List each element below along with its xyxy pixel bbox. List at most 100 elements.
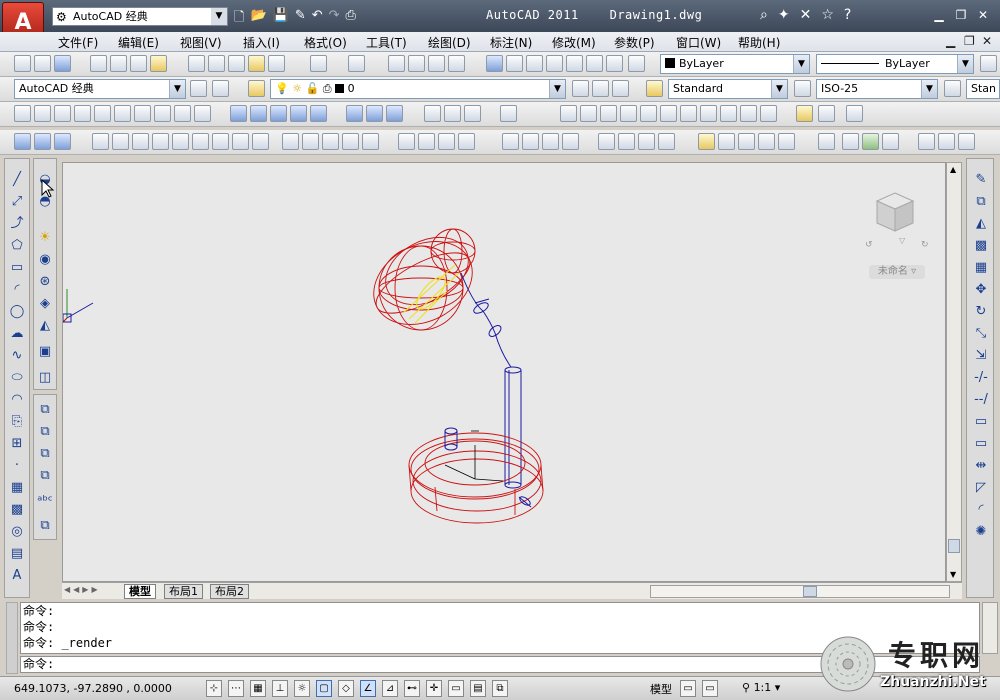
dim-aligned-icon[interactable] bbox=[522, 133, 539, 150]
lineweight-toggle-icon[interactable]: ✛ bbox=[426, 680, 442, 697]
menu-view[interactable]: 视图(V) bbox=[180, 34, 222, 51]
dim-radius-icon[interactable] bbox=[598, 133, 615, 150]
workspace-select[interactable]: AutoCAD 经典 ▼ bbox=[14, 79, 186, 99]
qnew-icon[interactable] bbox=[34, 55, 51, 72]
layout-template-icon[interactable]: ⧉ bbox=[36, 423, 54, 441]
properties-icon[interactable] bbox=[486, 55, 503, 72]
scroll-down-icon[interactable]: ▼ bbox=[950, 570, 956, 579]
jogged-linear-icon[interactable] bbox=[882, 133, 899, 150]
view-top-icon[interactable] bbox=[560, 105, 577, 122]
presspull-icon[interactable] bbox=[250, 105, 267, 122]
camera-icon[interactable] bbox=[760, 105, 777, 122]
dim-ordinate-icon[interactable] bbox=[562, 133, 579, 150]
separate-icon[interactable] bbox=[322, 133, 339, 150]
quick-dim-icon[interactable] bbox=[698, 133, 715, 150]
dim-linear-icon[interactable] bbox=[502, 133, 519, 150]
dim-baseline-icon[interactable] bbox=[718, 133, 735, 150]
light-icon[interactable]: ☀ bbox=[36, 229, 54, 247]
dim-text-edit-icon[interactable] bbox=[938, 133, 955, 150]
scroll-thumb[interactable] bbox=[948, 539, 960, 553]
tab-nav-arrows[interactable]: ◀◀▶▶ bbox=[64, 585, 101, 594]
menu-help[interactable]: 帮助(H) bbox=[738, 34, 780, 51]
scale-icon[interactable]: ⤡ bbox=[972, 325, 990, 343]
quick-view-layouts-icon[interactable]: ▭ bbox=[680, 680, 696, 697]
copy-edges-icon[interactable] bbox=[252, 133, 269, 150]
taper-faces-icon[interactable] bbox=[192, 133, 209, 150]
close-icon[interactable]: ✕ bbox=[972, 6, 994, 24]
dim-angular-icon[interactable] bbox=[658, 133, 675, 150]
move-icon[interactable]: ✥ bbox=[972, 281, 990, 299]
delete-faces-icon[interactable] bbox=[152, 133, 169, 150]
dim-style-select[interactable]: ISO-25 ▼ bbox=[816, 79, 938, 99]
3d-array-icon[interactable] bbox=[500, 105, 517, 122]
copy-object-icon[interactable]: ⧉ bbox=[972, 193, 990, 211]
viewport-clip-icon[interactable]: ⧉ bbox=[36, 517, 54, 535]
chevron-down-icon[interactable]: ▼ bbox=[957, 55, 973, 73]
menu-edit[interactable]: 编辑(E) bbox=[118, 34, 159, 51]
binoculars-icon[interactable]: ⌕ bbox=[760, 7, 768, 23]
view-bottom-icon[interactable] bbox=[580, 105, 597, 122]
dim-update-icon[interactable] bbox=[958, 133, 975, 150]
model-space-label[interactable]: 模型 bbox=[650, 681, 672, 697]
3d-osnap-icon[interactable]: ◇ bbox=[338, 680, 354, 697]
markup-icon[interactable] bbox=[566, 55, 583, 72]
pyramid-icon[interactable] bbox=[154, 105, 171, 122]
menu-parametric[interactable]: 参数(P) bbox=[614, 34, 655, 51]
dim-break-icon[interactable] bbox=[778, 133, 795, 150]
render-icon[interactable] bbox=[818, 105, 835, 122]
center-mark-icon[interactable] bbox=[842, 133, 859, 150]
planar-surface-icon[interactable] bbox=[194, 105, 211, 122]
layer-previous-icon[interactable] bbox=[592, 80, 609, 97]
menu-dimension[interactable]: 标注(N) bbox=[490, 34, 532, 51]
chevron-down-icon[interactable]: ▼ bbox=[921, 80, 937, 98]
cylinder-icon[interactable] bbox=[114, 105, 131, 122]
view-back-icon[interactable] bbox=[660, 105, 677, 122]
ellipse-icon[interactable]: ⬭ bbox=[8, 369, 26, 387]
chamfer-icon[interactable]: ◸ bbox=[972, 479, 990, 497]
annotation-scale[interactable]: ⚲ 1:1 ▾ bbox=[742, 681, 780, 694]
menu-window[interactable]: 窗口(W) bbox=[676, 34, 721, 51]
wcs-menu[interactable]: 未命名 ▿ bbox=[869, 265, 925, 279]
ucs-icon[interactable] bbox=[846, 105, 863, 122]
view-sw-iso-icon[interactable] bbox=[680, 105, 697, 122]
color-select[interactable]: ByLayer ▼ bbox=[660, 54, 810, 74]
chevron-down-icon[interactable]: ▼ bbox=[211, 8, 227, 25]
snap-icon[interactable]: ⋯ bbox=[228, 680, 244, 697]
save-icon[interactable]: 💾 bbox=[273, 8, 289, 30]
block-editor-icon[interactable] bbox=[268, 55, 285, 72]
interfere-icon[interactable] bbox=[398, 133, 415, 150]
save-icon[interactable] bbox=[54, 55, 71, 72]
polar-icon[interactable]: ☼ bbox=[294, 680, 310, 697]
exchange-icon[interactable]: ✕ bbox=[800, 7, 812, 23]
zoom-window-icon[interactable] bbox=[428, 55, 445, 72]
match-prop-icon[interactable] bbox=[248, 55, 265, 72]
apply-material-icon[interactable]: ◈ bbox=[36, 295, 54, 313]
extend-icon[interactable]: --/ bbox=[972, 391, 990, 409]
sweep-icon[interactable] bbox=[270, 105, 287, 122]
clean-icon[interactable] bbox=[302, 133, 319, 150]
plot-icon[interactable] bbox=[90, 55, 107, 72]
sphere-icon[interactable] bbox=[94, 105, 111, 122]
offset-faces-icon[interactable] bbox=[132, 133, 149, 150]
imprint-icon[interactable] bbox=[282, 133, 299, 150]
dim-style-icon[interactable] bbox=[794, 80, 811, 97]
convert-to-solid-icon[interactable] bbox=[458, 133, 475, 150]
new-file-icon[interactable]: 🗋 bbox=[234, 8, 244, 30]
array-icon[interactable]: ▦ bbox=[972, 259, 990, 277]
star-icon[interactable]: ☆ bbox=[821, 7, 834, 23]
open-file-icon[interactable]: 📂 bbox=[250, 8, 266, 30]
inspection-icon[interactable] bbox=[862, 133, 879, 150]
rotate-icon[interactable]: ↻ bbox=[972, 303, 990, 321]
view-se-iso-icon[interactable] bbox=[700, 105, 717, 122]
grid-icon[interactable]: ▦ bbox=[250, 680, 266, 697]
paste-icon[interactable] bbox=[228, 55, 245, 72]
ortho-icon[interactable]: ⊥ bbox=[272, 680, 288, 697]
tool-palettes-icon[interactable] bbox=[526, 55, 543, 72]
saveas-icon[interactable]: ✎ bbox=[295, 8, 306, 30]
redo-icon[interactable] bbox=[348, 55, 365, 72]
quick-props-icon[interactable]: ▤ bbox=[470, 680, 486, 697]
join-icon[interactable]: ⇹ bbox=[972, 457, 990, 475]
explode-icon[interactable]: ✺ bbox=[972, 523, 990, 541]
tolerance-icon[interactable] bbox=[818, 133, 835, 150]
dim-arc-icon[interactable] bbox=[542, 133, 559, 150]
